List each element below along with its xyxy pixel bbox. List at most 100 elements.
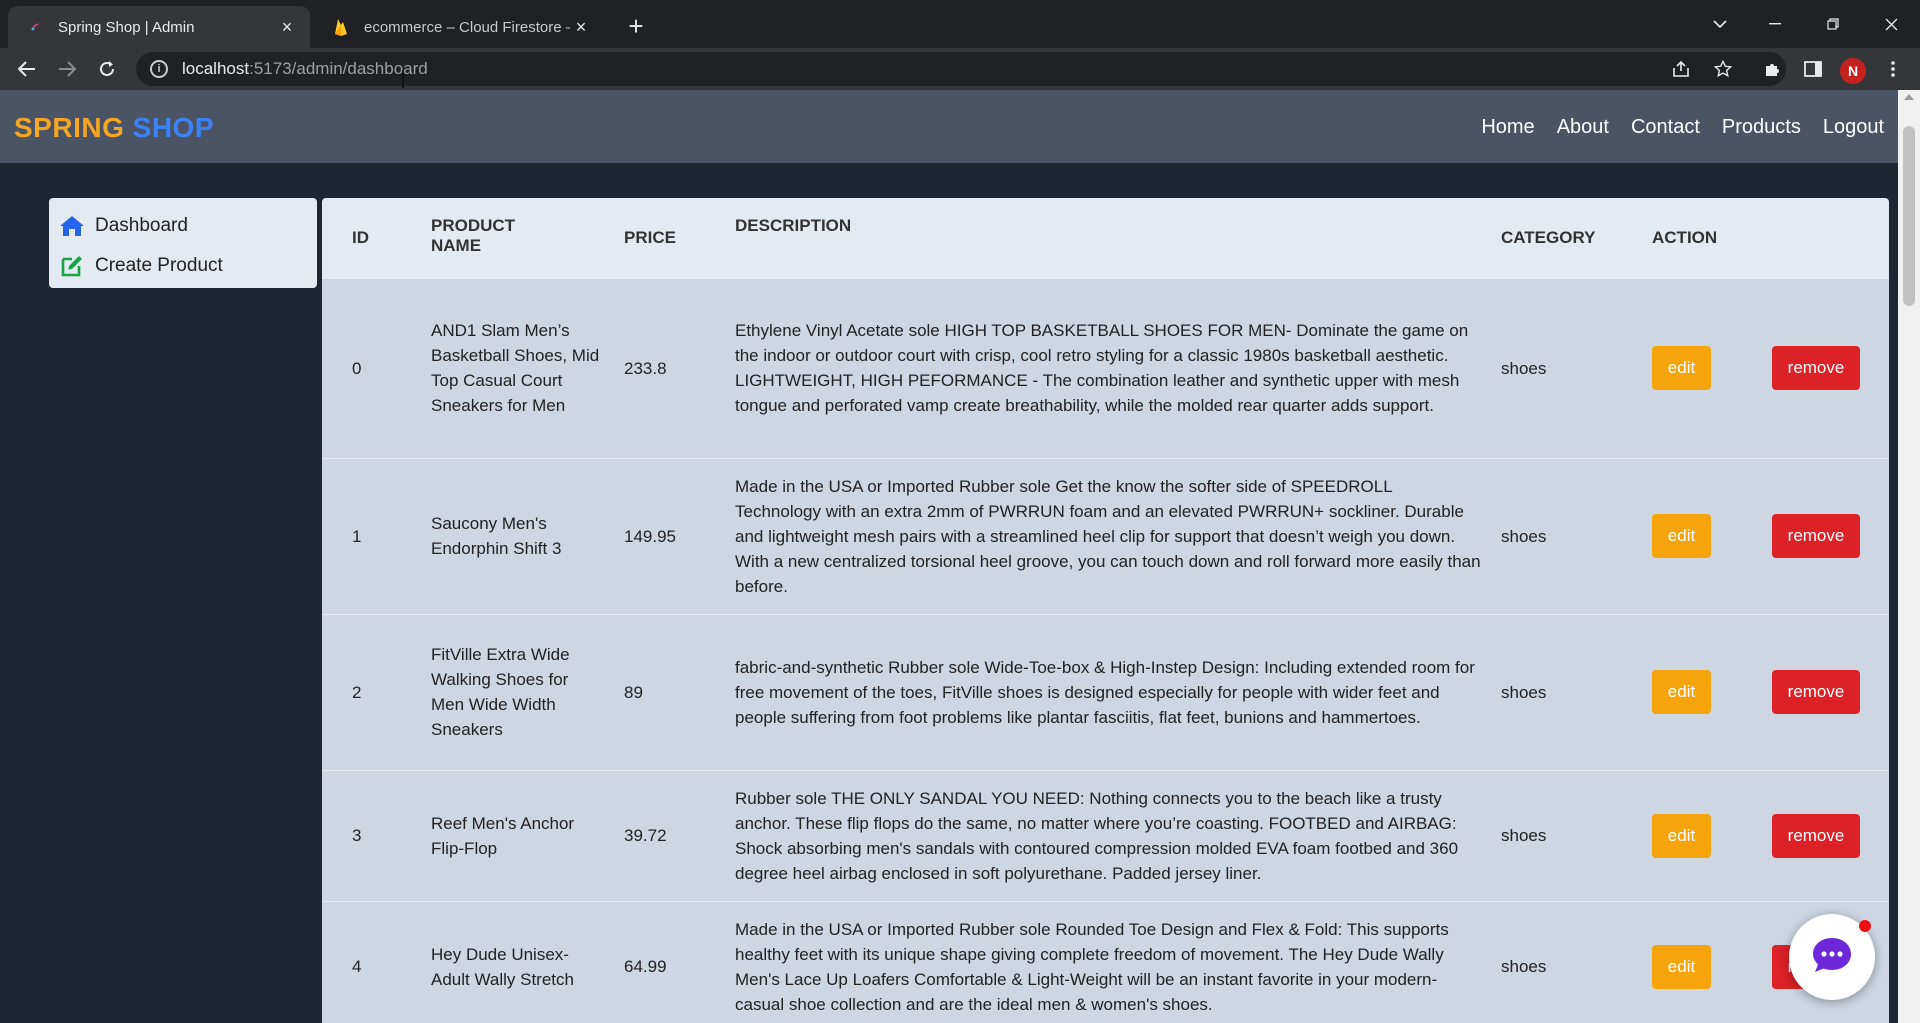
cell-price: 89 xyxy=(624,682,643,702)
nav-link-contact[interactable]: Contact xyxy=(1621,116,1700,139)
browser-menu-icon[interactable] xyxy=(1876,52,1910,86)
cell-description: Made in the USA or Imported Rubber sole … xyxy=(735,476,1481,596)
cell-remove: remove xyxy=(1772,458,1889,614)
edit-button[interactable]: edit xyxy=(1652,944,1711,989)
bookmark-star-icon[interactable] xyxy=(1706,52,1740,86)
browser-tab-strip: Spring Shop | Admin × ecommerce – Cloud … xyxy=(0,0,1920,48)
table-row: 3 Reef Men's Anchor Flip-Flop 39.72 Rubb… xyxy=(322,770,1889,901)
cell-product-name: Saucony Men's Endorphin Shift 3 xyxy=(431,514,562,558)
cell-product-name: FitVille Extra Wide Walking Shoes for Me… xyxy=(431,645,570,739)
url-host: localhost xyxy=(182,59,250,78)
table-header-row: ID PRODUCT NAME PRICE DESCRIPTION CATEGO… xyxy=(322,198,1889,278)
close-window-icon[interactable] xyxy=(1862,0,1920,48)
cell-description: Rubber sole THE ONLY SANDAL YOU NEED: No… xyxy=(735,788,1459,883)
app-navbar: SPRING SHOP Home About Contact Products … xyxy=(0,90,1898,163)
profile-avatar[interactable]: N xyxy=(1840,58,1866,84)
nav-links: Home About Contact Products Logout xyxy=(1471,116,1884,139)
cell-product-name: Hey Dude Unisex-Adult Wally Stretch xyxy=(431,944,574,989)
header-id: ID xyxy=(352,227,369,247)
cell-category: shoes xyxy=(1501,826,1547,845)
text-cursor xyxy=(402,70,404,88)
address-bar[interactable]: i localhost:5173/admin/dashboard xyxy=(136,52,1786,86)
edit-square-icon xyxy=(59,253,85,279)
cell-category: shoes xyxy=(1501,358,1547,378)
cell-product-name: AND1 Slam Men’s Basketball Shoes, Mid To… xyxy=(431,321,600,415)
back-arrow-icon[interactable] xyxy=(10,52,44,86)
cell-product-name: Reef Men's Anchor Flip-Flop xyxy=(431,813,575,858)
edit-button[interactable]: edit xyxy=(1652,346,1711,390)
header-action: ACTION xyxy=(1652,227,1718,247)
site-info-icon[interactable]: i xyxy=(150,60,168,78)
scroll-up-arrow-icon[interactable] xyxy=(1904,94,1914,100)
scrollbar-thumb[interactable] xyxy=(1903,126,1915,306)
browser-tab-firestore[interactable]: ecommerce – Cloud Firestore – F × xyxy=(314,6,604,48)
table-row: 4 Hey Dude Unisex-Adult Wally Stretch 64… xyxy=(322,901,1889,1023)
table-row: 0 AND1 Slam Men’s Basketball Shoes, Mid … xyxy=(322,278,1889,458)
table-row: 2 FitVille Extra Wide Walking Shoes for … xyxy=(322,614,1889,770)
cell-id: 1 xyxy=(352,526,362,546)
nav-link-logout[interactable]: Logout xyxy=(1813,116,1884,139)
nav-link-about[interactable]: About xyxy=(1547,116,1609,139)
edit-button[interactable]: edit xyxy=(1652,514,1711,558)
cell-price: 39.72 xyxy=(624,826,667,845)
browser-toolbar: i localhost:5173/admin/dashboard xyxy=(0,48,1920,90)
share-icon[interactable] xyxy=(1664,52,1698,86)
edit-button[interactable]: edit xyxy=(1652,813,1711,858)
side-panel-icon[interactable] xyxy=(1796,52,1830,86)
cell-id: 4 xyxy=(352,957,362,977)
forward-arrow-icon[interactable] xyxy=(50,52,84,86)
edit-button[interactable]: edit xyxy=(1652,670,1711,714)
spring-shop-favicon-icon xyxy=(26,18,44,36)
minimize-icon[interactable] xyxy=(1746,0,1804,48)
window-controls xyxy=(1746,0,1920,48)
cell-id: 0 xyxy=(352,358,362,378)
cell-id: 3 xyxy=(352,826,362,845)
close-tab-icon[interactable]: × xyxy=(570,16,592,38)
url-path: :5173/admin/dashboard xyxy=(249,59,428,78)
restore-icon[interactable] xyxy=(1804,0,1862,48)
tab-title: ecommerce – Cloud Firestore – F xyxy=(364,18,570,36)
reload-icon[interactable] xyxy=(90,52,124,86)
table-row: 1 Saucony Men's Endorphin Shift 3 149.95… xyxy=(322,458,1889,614)
cell-edit: edit xyxy=(1652,458,1772,614)
nav-link-home[interactable]: Home xyxy=(1471,116,1534,139)
cell-description: Made in the USA or Imported Rubber sole … xyxy=(735,919,1449,1014)
sidebar-item-dashboard[interactable]: Dashboard xyxy=(49,206,317,246)
sidebar-item-create-product[interactable]: Create Product xyxy=(49,246,317,286)
remove-button[interactable]: remove xyxy=(1772,813,1860,858)
sidebar-item-label: Create Product xyxy=(95,255,223,276)
extensions-puzzle-icon[interactable] xyxy=(1756,52,1790,86)
tab-title: Spring Shop | Admin xyxy=(58,18,195,36)
cell-id: 2 xyxy=(352,682,362,702)
cell-edit: edit xyxy=(1652,770,1772,901)
header-product-name: PRODUCT NAME xyxy=(431,216,516,255)
cell-edit: edit xyxy=(1652,278,1772,458)
admin-sidebar: Dashboard Create Product xyxy=(49,198,317,288)
browser-tab-spring-shop[interactable]: Spring Shop | Admin × xyxy=(8,6,310,48)
cell-remove: remove xyxy=(1772,278,1889,458)
nav-link-products[interactable]: Products xyxy=(1712,116,1801,139)
cell-edit: edit xyxy=(1652,901,1772,1023)
cell-description: Ethylene Vinyl Acetate sole HIGH TOP BAS… xyxy=(735,321,1469,415)
close-tab-icon[interactable]: × xyxy=(276,16,298,38)
cell-category: shoes xyxy=(1501,682,1547,702)
remove-button[interactable]: remove xyxy=(1772,670,1860,714)
tab-search-chevron-icon[interactable] xyxy=(1702,8,1738,40)
cell-description: fabric-and-synthetic Rubber sole Wide-To… xyxy=(735,657,1475,727)
header-category: CATEGORY xyxy=(1501,227,1596,247)
brand-logo[interactable]: SPRING SHOP xyxy=(14,112,214,144)
new-tab-icon[interactable]: + xyxy=(620,10,652,42)
remove-button[interactable]: remove xyxy=(1772,514,1860,558)
brand-spring: SPRING xyxy=(14,112,125,143)
page-scrollbar[interactable] xyxy=(1898,90,1920,1023)
notification-dot xyxy=(1859,920,1871,932)
header-empty xyxy=(1772,198,1889,278)
cell-remove: remove xyxy=(1772,614,1889,770)
remove-button[interactable]: remove xyxy=(1772,346,1860,390)
cell-edit: edit xyxy=(1652,614,1772,770)
cell-category: shoes xyxy=(1501,526,1547,546)
cell-remove: remove xyxy=(1772,770,1889,901)
header-price: PRICE xyxy=(624,227,676,247)
chat-widget-button[interactable] xyxy=(1789,914,1875,1000)
product-table-card: ID PRODUCT NAME PRICE DESCRIPTION CATEGO… xyxy=(322,198,1889,1023)
